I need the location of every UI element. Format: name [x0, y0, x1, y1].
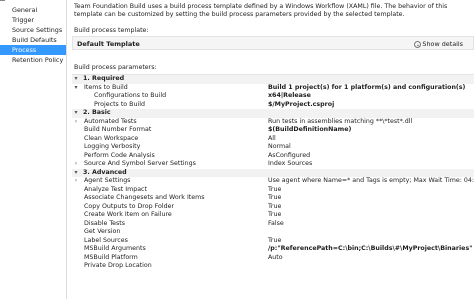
parameter-name: Perform Code Analysis	[84, 151, 155, 159]
parameter-name: MSBuild Arguments	[84, 245, 146, 252]
parameter-value[interactable]: $(BuildDefinitionName)	[268, 126, 351, 135]
expand-arrow-icon[interactable]: ›	[73, 118, 79, 127]
parameter-name: Private Drop Location	[84, 262, 152, 269]
collapse-arrow-icon[interactable]: ▾	[73, 84, 79, 93]
parameter-name: Build Number Format	[84, 126, 152, 133]
parameter-row[interactable]: Disable Tests False	[72, 220, 474, 229]
category-label: 3. Advanced	[83, 168, 127, 176]
parameter-row[interactable]: › Source And Symbol Server Settings Index …	[72, 160, 474, 169]
show-details-label: Show details	[422, 40, 463, 48]
parameter-value[interactable]: /p:"ReferencePath=C:\bin;C:\Builds\#\MyP…	[268, 245, 472, 254]
template-name: Default Template	[77, 40, 140, 48]
parameter-row[interactable]: › Agent Settings Use agent where Name=* an…	[72, 177, 474, 186]
parameter-name: Label Sources	[84, 236, 128, 244]
parameter-value[interactable]: Run tests in assemblies matching **\*tes…	[268, 118, 412, 127]
parameter-row[interactable]: Analyze Test Impact True	[72, 186, 474, 195]
parameter-value[interactable]: Normal	[268, 143, 291, 152]
parameter-value[interactable]: False	[268, 220, 284, 229]
collapse-arrow-icon[interactable]: ▾	[73, 109, 79, 118]
expand-circle-icon: ⌄	[414, 41, 422, 48]
parameter-name: Create Work Item on Failure	[84, 211, 172, 218]
parameter-name: Source And Symbol Server Settings	[84, 160, 196, 167]
parameter-value[interactable]: True	[268, 194, 281, 203]
parameter-row[interactable]: Create Work Item on Failure True	[72, 211, 474, 220]
settings-nav: General Trigger Source Settings Build Defau…	[0, 0, 67, 299]
parameter-name: Automated Tests	[84, 117, 137, 125]
parameter-value[interactable]: All	[268, 135, 276, 144]
parameter-value[interactable]: True	[268, 186, 281, 195]
parameter-value[interactable]: AsConfigured	[268, 152, 310, 161]
parameter-name: Disable Tests	[84, 219, 126, 227]
parameter-name: Copy Outputs to Drop Folder	[84, 202, 175, 210]
parameter-value[interactable]: True	[268, 211, 281, 220]
parameter-row[interactable]: Logging Verbosity Normal	[72, 143, 474, 152]
parameter-name: Agent Settings	[84, 177, 131, 184]
parameter-value[interactable]: True	[268, 237, 281, 246]
nav-item-source-settings[interactable]: Source Settings	[0, 25, 66, 35]
parameter-name: Associate Changesets and Work Items	[84, 194, 205, 201]
parameter-value[interactable]: Use agent where Name=* and Tags is empty…	[268, 177, 474, 186]
parameter-row[interactable]: Clean Workspace All	[72, 135, 474, 144]
parameter-category[interactable]: ▾ 2. Basic	[72, 109, 474, 118]
parameter-name: Items to Build	[84, 83, 128, 91]
parameter-value[interactable]: Index Sources	[268, 160, 312, 169]
parameter-row[interactable]: ▾ Items to Build Build 1 project(s) for 1 …	[72, 84, 474, 93]
nav-item-trigger[interactable]: Trigger	[0, 15, 66, 25]
parameters-grid: ▾ 1. Required ▾ Items to Build Build 1 proje…	[72, 74, 474, 299]
parameter-name: Projects to Build	[94, 100, 145, 108]
parameter-row[interactable]: Perform Code Analysis AsConfigured	[72, 152, 474, 161]
parameter-name: Analyze Test Impact	[84, 185, 147, 193]
parameters-section-label: Build process parameters:	[74, 64, 157, 71]
collapse-arrow-icon[interactable]: ▾	[73, 169, 79, 178]
nav-top-marker	[0, 0, 5, 6]
parameter-value[interactable]: Auto	[268, 254, 283, 263]
parameter-name: Configurations to Build	[94, 92, 167, 99]
process-panel: Team Foundation Build uses a build proce…	[72, 0, 474, 299]
nav-item-general[interactable]: General	[0, 5, 66, 15]
parameter-row[interactable]: Copy Outputs to Drop Folder True	[72, 203, 474, 212]
category-label: 2. Basic	[83, 109, 111, 116]
parameter-row[interactable]: MSBuild Platform Auto	[72, 254, 474, 263]
process-description: Team Foundation Build uses a build proce…	[74, 3, 448, 18]
collapse-arrow-icon[interactable]: ▾	[73, 75, 79, 84]
parameter-row[interactable]: Projects to Build $/MyProject.csproj	[72, 101, 474, 110]
parameter-value[interactable]: x64|Release	[268, 92, 311, 101]
parameter-name: Clean Workspace	[84, 134, 139, 142]
parameter-value[interactable]: $/MyProject.csproj	[268, 101, 334, 110]
nav-item-build-defaults[interactable]: Build Defaults	[0, 35, 66, 45]
parameter-row[interactable]: Configurations to Build x64|Release	[72, 92, 474, 101]
parameter-category[interactable]: ▾ 3. Advanced	[72, 168, 474, 178]
parameter-row[interactable]: Associate Changesets and Work Items True	[72, 194, 474, 203]
parameter-row[interactable]: Label Sources True	[72, 237, 474, 246]
parameter-row[interactable]: › Automated Tests Run tests in assemblies …	[72, 118, 474, 127]
show-details-toggle[interactable]: ⌄ Show details	[414, 40, 463, 48]
expand-arrow-icon[interactable]: ›	[73, 160, 79, 169]
expand-arrow-icon[interactable]: ›	[73, 177, 79, 186]
template-selector[interactable]: Default Template ⌄ Show details	[72, 36, 474, 50]
template-section-label: Build process template:	[74, 27, 149, 34]
parameter-value[interactable]: Build 1 project(s) for 1 platform(s) and…	[268, 84, 465, 93]
parameter-value[interactable]: True	[268, 203, 281, 212]
category-label: 1. Required	[83, 75, 125, 82]
parameter-name: Logging Verbosity	[84, 143, 141, 150]
parameter-row[interactable]: Build Number Format $(BuildDefinitionName…	[72, 126, 474, 135]
parameter-row[interactable]: Private Drop Location	[72, 262, 474, 271]
parameter-name: MSBuild Platform	[84, 253, 138, 261]
parameter-category[interactable]: ▾ 1. Required	[72, 75, 474, 84]
parameter-row[interactable]: MSBuild Arguments/p:"ReferencePath=C:\bi…	[72, 245, 474, 254]
nav-item-process[interactable]: Process	[0, 45, 66, 55]
parameter-row[interactable]: Get Version	[72, 228, 474, 237]
nav-item-retention-policy[interactable]: Retention Policy	[0, 55, 66, 65]
parameter-name: Get Version	[84, 228, 121, 235]
